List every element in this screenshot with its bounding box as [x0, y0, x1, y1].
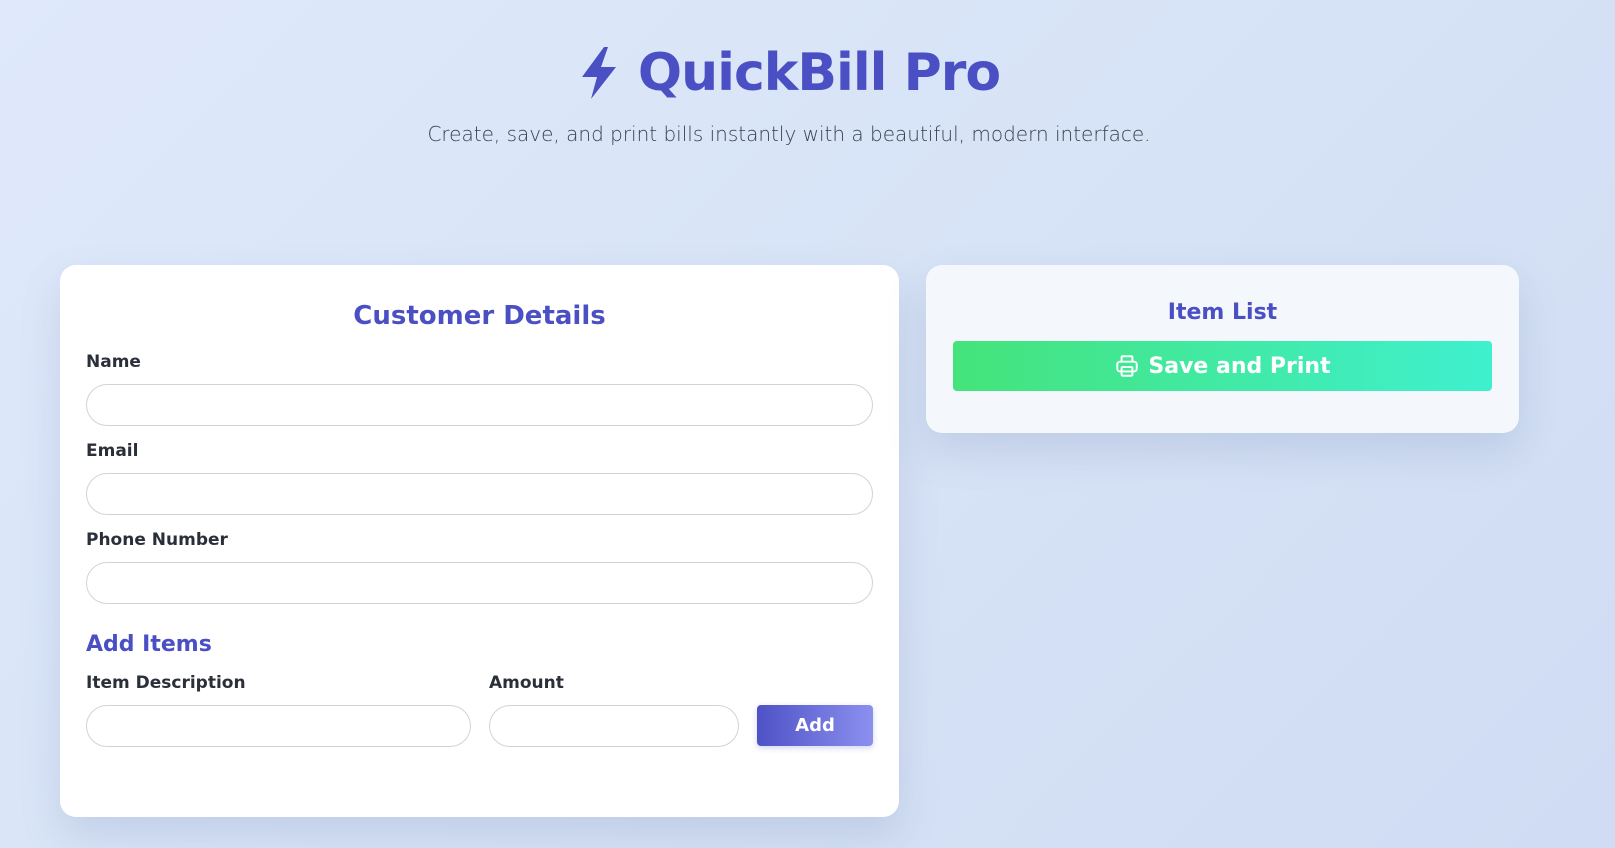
app-title: QuickBill Pro: [637, 43, 1001, 103]
add-item-row: Item Description Amount Add: [86, 672, 873, 747]
app-header: QuickBill Pro Create, save, and print bi…: [0, 38, 1578, 146]
phone-label: Phone Number: [86, 530, 228, 550]
item-list-title: Item List: [1167, 300, 1278, 325]
email-input[interactable]: [86, 473, 873, 515]
customer-details-title: Customer Details: [353, 301, 606, 331]
bolt-icon: [578, 45, 620, 101]
name-label: Name: [86, 352, 141, 372]
email-label: Email: [86, 441, 139, 461]
item-description-label: Item Description: [86, 673, 246, 693]
name-field-group: Name: [86, 351, 873, 426]
amount-group: Amount: [489, 672, 739, 747]
app-subtitle: Create, save, and print bills instantly …: [427, 122, 1151, 146]
amount-input[interactable]: [489, 705, 739, 747]
item-description-input[interactable]: [86, 705, 471, 747]
item-description-group: Item Description: [86, 672, 471, 747]
add-items-title: Add Items: [86, 632, 212, 657]
name-input[interactable]: [86, 384, 873, 426]
add-item-button[interactable]: Add: [757, 705, 873, 746]
printer-icon: [1114, 353, 1140, 379]
item-list-card: Item List Save and Print: [926, 265, 1519, 433]
save-and-print-label: Save and Print: [1148, 353, 1331, 379]
title-row: QuickBill Pro: [578, 38, 1001, 108]
phone-field-group: Phone Number: [86, 529, 873, 604]
customer-details-card: Customer Details Name Email Phone Number…: [60, 265, 899, 817]
amount-label: Amount: [489, 673, 564, 693]
email-field-group: Email: [86, 440, 873, 515]
phone-input[interactable]: [86, 562, 873, 604]
save-and-print-button[interactable]: Save and Print: [953, 341, 1492, 391]
